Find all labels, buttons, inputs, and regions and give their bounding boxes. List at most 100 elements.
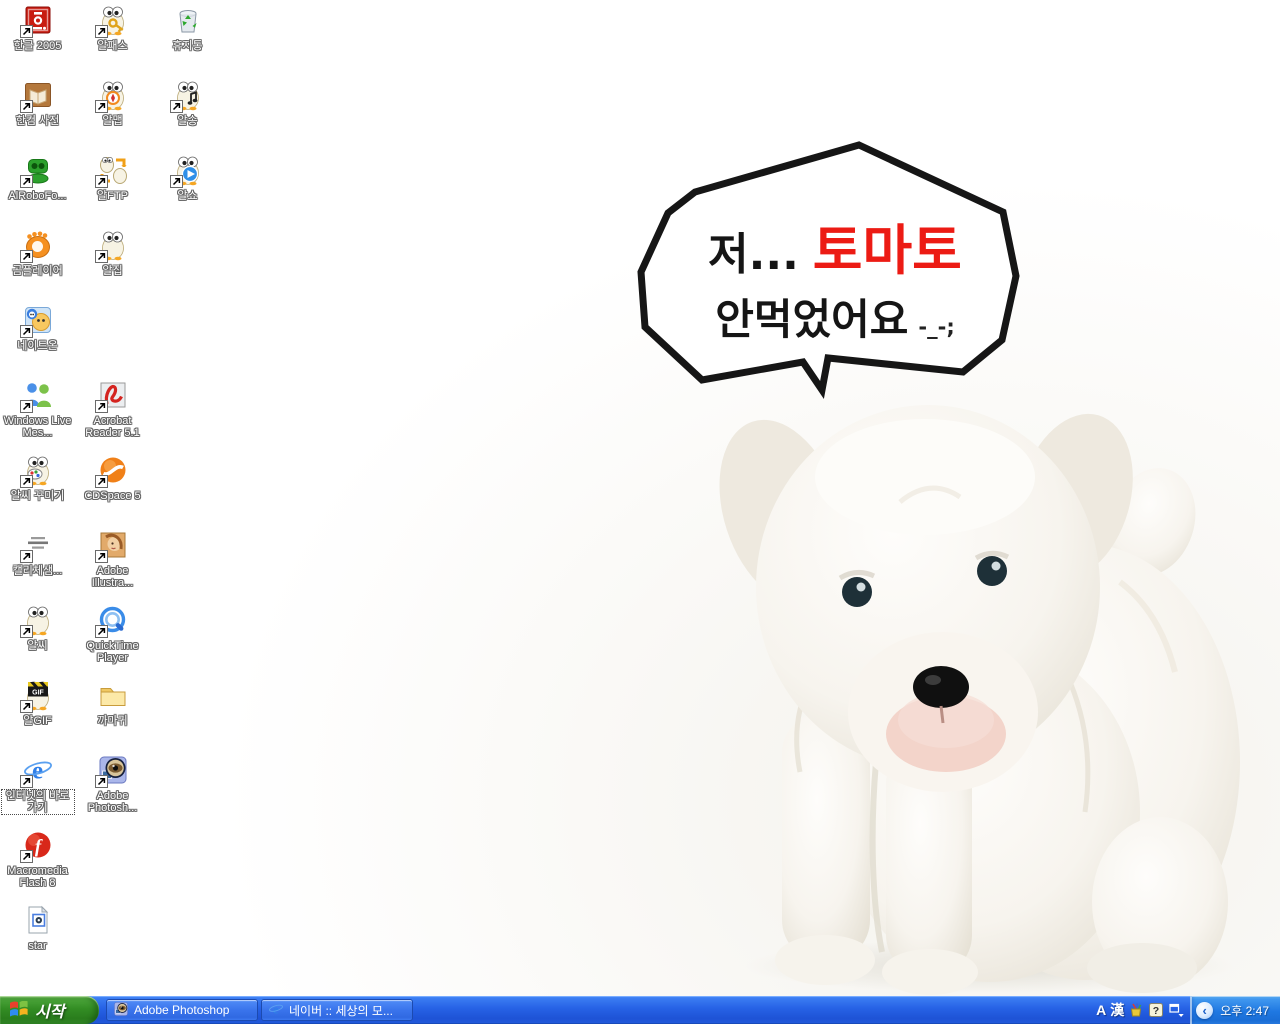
egg-bird-gif-icon: GIF <box>22 679 54 711</box>
photoshop-icon <box>97 754 129 786</box>
cdspace-icon <box>97 454 129 486</box>
hide-inactive-icons-button[interactable]: ‹ <box>1196 1002 1213 1019</box>
desktop-icon-internet-shortcut[interactable]: e인터넷의 바로 가기 <box>0 754 75 814</box>
shortcut-arrow-icon <box>96 551 107 562</box>
desktop-icon-cdspace-5[interactable]: CDSpace 5 <box>75 454 150 502</box>
desktop-icon-label: 한컴 사전 <box>16 115 60 127</box>
shortcut-arrow-icon <box>96 776 107 787</box>
desktop-icon-alshow[interactable]: 알쇼 <box>150 154 225 202</box>
shortcut-arrow-icon <box>21 251 32 262</box>
taskbar-window-naver[interactable]: e네이버 :: 세상의 모... <box>261 999 413 1021</box>
desktop-icon-star-file[interactable]: star <box>0 904 75 952</box>
desktop-icon-gom-player[interactable]: 곰플레이어 <box>0 229 75 277</box>
desktop-icon-label: 알FTP <box>97 190 128 202</box>
taskbar-window-buttons: Adobe Photoshop e네이버 :: 세상의 모... <box>106 999 413 1021</box>
font-sample-icon <box>22 529 54 561</box>
start-button-label: 시작 <box>35 998 64 1022</box>
bubble-text-prefix: 저... <box>708 218 799 282</box>
desktop-icon-label: 알씨 꾸미기 <box>11 490 65 502</box>
shortcut-arrow-icon <box>21 551 32 562</box>
image-document-icon <box>22 904 54 936</box>
desktop-icon-windows-live-messenger[interactable]: Windows Live Mes... <box>0 379 75 439</box>
ime-hanja-button[interactable]: 漢 <box>1110 1000 1124 1020</box>
desktop-icon-label: Macromedia Flash 8 <box>2 865 74 889</box>
desktop-icon-label: 알GIF <box>23 715 51 727</box>
desktop-icon-label: 알집 <box>102 265 122 277</box>
desktop-icon-nateon[interactable]: 네이트온 <box>0 304 75 352</box>
photoshop-icon <box>113 1001 129 1020</box>
puppy-image <box>690 382 1246 996</box>
egg-bird-icon <box>97 229 129 261</box>
desktop-icon-adobe-illustrator[interactable]: Adobe Illustra... <box>75 529 150 589</box>
taskbar-window-photoshop[interactable]: Adobe Photoshop <box>106 999 258 1021</box>
desktop-icon-alpass[interactable]: 알패스 <box>75 4 150 52</box>
ime-help-icon[interactable]: ? <box>1148 1002 1164 1018</box>
svg-text:GIF: GIF <box>32 690 44 697</box>
flash-icon: f <box>22 829 54 861</box>
shortcut-arrow-icon <box>96 101 107 112</box>
desktop-icon-alsee[interactable]: 알씨 <box>0 604 75 652</box>
illustrator-icon <box>97 529 129 561</box>
desktop-icon-recycle-bin[interactable]: 휴지통 <box>150 4 225 52</box>
desktop-icon-label: 캘리체샘... <box>13 565 63 577</box>
ime-mode-button[interactable]: A <box>1096 1002 1106 1018</box>
desktop-icon-alsee-decorate[interactable]: 알씨 꾸미기 <box>0 454 75 502</box>
desktop-icon-algif[interactable]: GIF 알GIF <box>0 679 75 727</box>
egg-bird-ftp-icon <box>97 154 129 186</box>
desktop-icon-macromedia-flash-8[interactable]: f Macromedia Flash 8 <box>0 829 75 889</box>
desktop-icon-acrobat-reader[interactable]: Acrobat Reader 5.1 <box>75 379 150 439</box>
desktop-icon-hancom-dictionary[interactable]: 한컴 사전 <box>0 79 75 127</box>
ime-tools-icon[interactable] <box>1128 1002 1144 1018</box>
egg-bird-key-icon <box>97 4 129 36</box>
messenger-icon <box>22 379 54 411</box>
shortcut-arrow-icon <box>21 26 32 37</box>
desktop-icon-label: 알송 <box>177 115 197 127</box>
desktop-icon-quicktime-player[interactable]: QuickTime Player <box>75 604 150 664</box>
desktop-icon-label: Acrobat Reader 5.1 <box>77 415 149 439</box>
desktop-icon-label: CDSpace 5 <box>84 490 140 502</box>
desktop-icon-alsong[interactable]: 알송 <box>150 79 225 127</box>
desktop-icon-label: 휴지통 <box>172 40 202 52</box>
desktop-icon-label: AlRoboFo... <box>8 190 66 202</box>
desktop-icon-kkamagwi-folder[interactable]: 까마귀 <box>75 679 150 727</box>
desktop-icon-label: 알패스 <box>97 40 127 52</box>
shortcut-arrow-icon <box>96 401 107 412</box>
desktop-icon-hangul-2005[interactable]: 한글 2005 <box>0 4 75 52</box>
shortcut-arrow-icon <box>21 701 32 712</box>
hangul-2005-icon <box>22 4 54 36</box>
desktop-icon-almap[interactable]: 알맵 <box>75 79 150 127</box>
shortcut-arrow-icon <box>96 476 107 487</box>
clock[interactable]: 오후 2:47 <box>1220 1002 1269 1019</box>
shortcut-arrow-icon <box>21 776 32 787</box>
taskbar-window-label: Adobe Photoshop <box>134 1003 229 1017</box>
shortcut-arrow-icon <box>96 176 107 187</box>
taskbar-window-label: 네이버 :: 세상의 모... <box>289 1002 393 1019</box>
desktop-icon-label: QuickTime Player <box>77 640 149 664</box>
dictionary-book-icon <box>22 79 54 111</box>
language-bar-restore-icon[interactable] <box>1168 1002 1184 1018</box>
speech-bubble-line1: 저... 토마토 <box>660 206 1010 285</box>
svg-text:?: ? <box>1153 1005 1159 1017</box>
bubble-text-highlight: 토마토 <box>813 206 962 285</box>
shortcut-arrow-icon <box>96 626 107 637</box>
svg-text:e: e <box>31 758 42 785</box>
internet-explorer-icon: e <box>22 754 54 786</box>
desktop-icon-calli-font-sample[interactable]: 캘리체샘... <box>0 529 75 577</box>
taskbar: 시작 Adobe Photoshop e네이버 :: 세상의 모... A 漢 ?… <box>0 996 1280 1024</box>
shortcut-arrow-icon <box>171 176 182 187</box>
desktop-icon-label: 한글 2005 <box>14 40 62 52</box>
windows-logo-icon <box>9 1001 29 1020</box>
desktop[interactable]: 저... 토마토 안먹었어요 -_-; 한글 2005 알패스휴지통한컴 사전 … <box>0 0 1280 996</box>
desktop-icon-alzip[interactable]: 알집 <box>75 229 150 277</box>
folder-icon <box>97 679 129 711</box>
desktop-icon-label: 알쇼 <box>177 190 197 202</box>
egg-bird-icon <box>22 604 54 636</box>
start-button[interactable]: 시작 <box>0 996 99 1024</box>
nateon-icon <box>22 304 54 336</box>
desktop-icon-adobe-photoshop[interactable]: Adobe Photosh... <box>75 754 150 814</box>
roboform-icon <box>22 154 54 186</box>
desktop-icon-alftp[interactable]: 알FTP <box>75 154 150 202</box>
shortcut-arrow-icon <box>21 476 32 487</box>
shortcut-arrow-icon <box>96 26 107 37</box>
desktop-icon-alroboform[interactable]: AlRoboFo... <box>0 154 75 202</box>
